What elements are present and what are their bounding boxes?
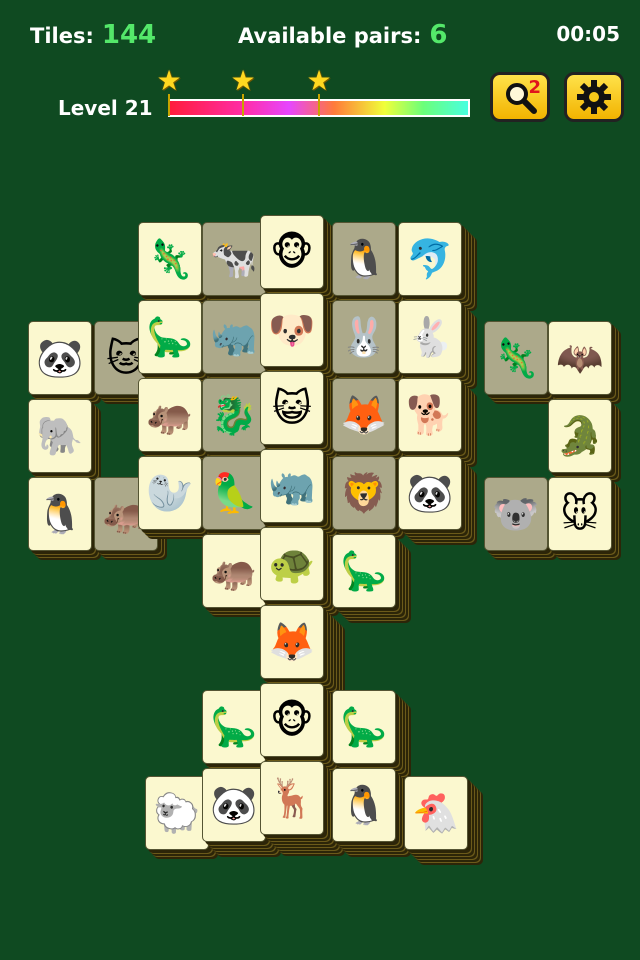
pairs-counter: Available pairs: 6 xyxy=(238,20,447,50)
hint-count-badge: 2 xyxy=(528,77,541,98)
tile-dinosaur[interactable]: 🦕 xyxy=(138,300,202,374)
tile-rabbit[interactable]: 🐇 xyxy=(398,300,462,374)
tile-crocodile[interactable]: 🐊 xyxy=(548,399,612,473)
tile-hippo[interactable]: 🦛 xyxy=(138,378,202,452)
star-icon: ★ xyxy=(306,64,332,97)
tile-reindeer[interactable]: 🦌 xyxy=(260,761,324,835)
tile-monkey[interactable]: 🐵 xyxy=(260,215,324,289)
star-marker-line xyxy=(318,94,320,116)
tile-triceratops[interactable]: 🦕 xyxy=(332,690,396,764)
tile-lion[interactable]: 🦁 xyxy=(332,456,396,530)
star-marker-line xyxy=(242,94,244,116)
tile-seal[interactable]: 🦭 xyxy=(138,456,202,530)
pairs-count: 6 xyxy=(429,20,448,50)
tile-kitten[interactable]: 😺 xyxy=(260,371,324,445)
tile-chameleon[interactable]: 🦎 xyxy=(484,321,548,395)
star-icon: ★ xyxy=(156,64,182,97)
level-label: Level 21 xyxy=(58,96,153,120)
gear-icon xyxy=(577,80,611,114)
tile-dog[interactable]: 🐶 xyxy=(260,293,324,367)
timer: 00:05 xyxy=(556,22,620,46)
tile-dolphin[interactable]: 🐬 xyxy=(398,222,462,296)
tile-fox[interactable]: 🦊 xyxy=(260,605,324,679)
tile-elephant[interactable]: 🐘 xyxy=(28,399,92,473)
tile-turtle[interactable]: 🐢 xyxy=(260,527,324,601)
tile-rhino[interactable]: 🦏 xyxy=(202,300,266,374)
tile-mouse[interactable]: 🐭 xyxy=(548,477,612,551)
tile-monkey[interactable]: 🐵 xyxy=(260,683,324,757)
tile-dog[interactable]: 🐕 xyxy=(398,378,462,452)
tile-seahorse[interactable]: 🐉 xyxy=(202,378,266,452)
settings-button[interactable] xyxy=(564,72,624,122)
tile-panda[interactable]: 🐼 xyxy=(398,456,462,530)
pairs-label: Available pairs: xyxy=(238,24,422,48)
tile-koala[interactable]: 🐨 xyxy=(484,477,548,551)
tile-triceratops[interactable]: 🦕 xyxy=(202,690,266,764)
tile-sheep[interactable]: 🐑 xyxy=(145,776,209,850)
star-marker-line xyxy=(168,94,170,116)
tiles-counter: Tiles: 144 xyxy=(30,20,156,50)
tile-chicken[interactable]: 🐔 xyxy=(404,776,468,850)
tile-penguin[interactable]: 🐧 xyxy=(332,768,396,842)
tile-fox[interactable]: 🦊 xyxy=(332,378,396,452)
tile-bat[interactable]: 🦇 xyxy=(548,321,612,395)
tile-rhino[interactable]: 🦏 xyxy=(260,449,324,523)
tile-rabbit[interactable]: 🐰 xyxy=(332,300,396,374)
tile-penguin[interactable]: 🐧 xyxy=(28,477,92,551)
tiles-count: 144 xyxy=(101,20,157,50)
hint-button[interactable]: 2 xyxy=(490,72,550,122)
tile-chameleon[interactable]: 🦎 xyxy=(138,222,202,296)
tile-penguin[interactable]: 🐧 xyxy=(332,222,396,296)
tile-hippo[interactable]: 🦛 xyxy=(202,534,266,608)
star-icon: ★ xyxy=(230,64,256,97)
tile-cow[interactable]: 🐄 xyxy=(202,222,266,296)
tile-panda[interactable]: 🐼 xyxy=(202,768,266,842)
tile-triceratops[interactable]: 🦕 xyxy=(332,534,396,608)
tiles-label: Tiles: xyxy=(30,24,94,48)
tile-panda[interactable]: 🐼 xyxy=(28,321,92,395)
tile-parrot[interactable]: 🦜 xyxy=(202,456,266,530)
